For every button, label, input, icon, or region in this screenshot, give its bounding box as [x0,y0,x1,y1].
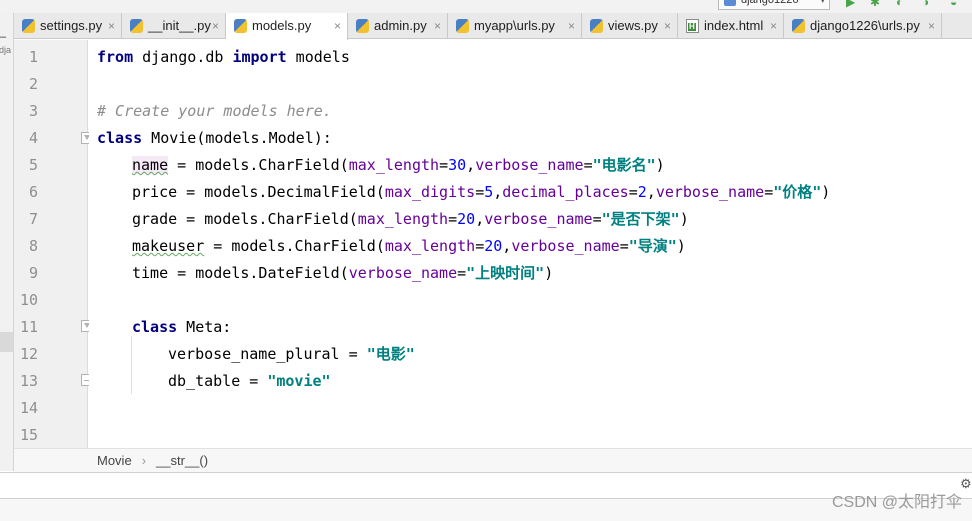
tab-django1226-urls-py[interactable]: django1226\urls.py × [784,13,942,39]
tab-label: models.py [252,18,312,33]
close-icon[interactable]: × [928,13,935,39]
line-number: 12 [19,345,38,363]
play-icon[interactable]: ▶ [846,0,855,8]
profile-icon[interactable]: ◑ [922,0,929,8]
line-number: 14 [19,399,38,417]
code-line-9: time = models.DateField(verbose_name="上映… [132,264,554,282]
tab-label: index.html [704,18,764,33]
code-line-13: db_table = "movie" [168,372,331,390]
html-file-icon [686,19,699,33]
close-icon[interactable]: × [212,13,219,39]
breadcrumb-separator-icon: › [141,453,147,468]
line-number: 1 [28,48,38,66]
close-icon[interactable]: × [434,13,441,39]
line-number: 5 [28,156,38,174]
breadcrumb-item-movie[interactable]: Movie [97,453,132,468]
code-line-3: # Create your models here. [97,102,332,120]
indent-guide [131,336,132,394]
breadcrumb: Movie › __str__() [14,448,972,472]
editor-tab-bar: settings.py × __init__.py × models.py × … [14,13,972,40]
close-icon[interactable]: × [664,13,671,39]
python-file-icon [792,19,805,33]
django-config-icon [724,0,736,6]
line-number: 9 [28,264,38,282]
line-number: 15 [19,426,38,444]
code-line-8: makeuser = models.CharField(max_length=2… [132,237,686,255]
close-icon[interactable]: × [334,13,341,39]
tab-settings-py[interactable]: settings.py × [14,13,122,39]
python-file-icon [456,19,469,33]
code-line-1: from django.db import models [97,48,350,66]
coverage-icon[interactable]: ◐ [896,0,903,8]
watermark: CSDN @太阳打伞 [831,494,962,511]
tab-label: admin.py [374,18,427,33]
gear-icon[interactable]: ⚙ [960,476,972,492]
close-icon[interactable]: × [770,13,777,39]
code-line-11: class Meta: [132,318,232,336]
code-line-6: price = models.DecimalField(max_digits=5… [132,183,831,201]
chevron-down-icon: ▾ [820,0,825,5]
close-icon[interactable]: × [108,13,115,39]
tab-label: myapp\urls.py [474,18,555,33]
line-number: 8 [28,237,38,255]
line-number: 6 [28,183,38,201]
python-file-icon [590,19,603,33]
tab-label: __init__.py [148,18,211,33]
line-number: 7 [28,210,38,228]
python-file-icon [356,19,369,33]
code-line-4: class Movie(models.Model): [97,129,332,147]
code-line-7: grade = models.CharField(max_length=20,v… [132,210,689,228]
code-line-5: name = models.CharField(max_length=30,ve… [132,156,665,174]
line-number: 11 [19,318,38,336]
tab-index-html[interactable]: index.html × [678,13,784,39]
line-number: 4 [28,129,38,147]
line-number: 13 [19,372,38,390]
tab-label: django1226\urls.py [810,18,920,33]
run-configuration-label: django1226 [741,0,799,6]
code-line-12: verbose_name_plural = "电影" [168,345,415,363]
python-file-icon [234,19,247,33]
status-bar [0,498,972,521]
run-configuration-dropdown[interactable]: django1226 ▾ [718,0,830,10]
line-number: 3 [28,102,38,120]
collapse-icon[interactable]: – [0,32,6,43]
tab-views-py[interactable]: views.py × [582,13,678,39]
breadcrumb-item-str[interactable]: __str__() [156,453,208,468]
bug-icon[interactable]: ✱ [870,0,880,8]
close-icon[interactable]: × [568,13,575,39]
line-number: 2 [28,75,38,93]
project-label: dja [0,45,12,55]
tab-init-py[interactable]: __init__.py × [122,13,226,39]
tab-admin-py[interactable]: admin.py × [348,13,448,39]
tab-label: settings.py [40,18,103,33]
tab-myapp-urls-py[interactable]: myapp\urls.py × [448,13,582,39]
python-file-icon [130,19,143,33]
tool-window-area [0,472,972,499]
tab-label: views.py [608,18,658,33]
project-tool-strip: – dja [0,13,14,471]
line-number: 10 [19,291,38,309]
python-file-icon [22,19,35,33]
tab-models-py[interactable]: models.py × [226,13,348,40]
code-editor[interactable]: from django.db import models # Create yo… [89,40,972,448]
top-toolbar: django1226 ▾ ▶ ✱ ◐ ◑ ◒ [0,0,972,13]
editor-gutter[interactable]: 1 2 3 4 5 6 7 8 9 10 11 12 13 14 15 [14,40,88,448]
scroll-marker [0,332,13,352]
concurrency-icon[interactable]: ◒ [950,0,957,8]
